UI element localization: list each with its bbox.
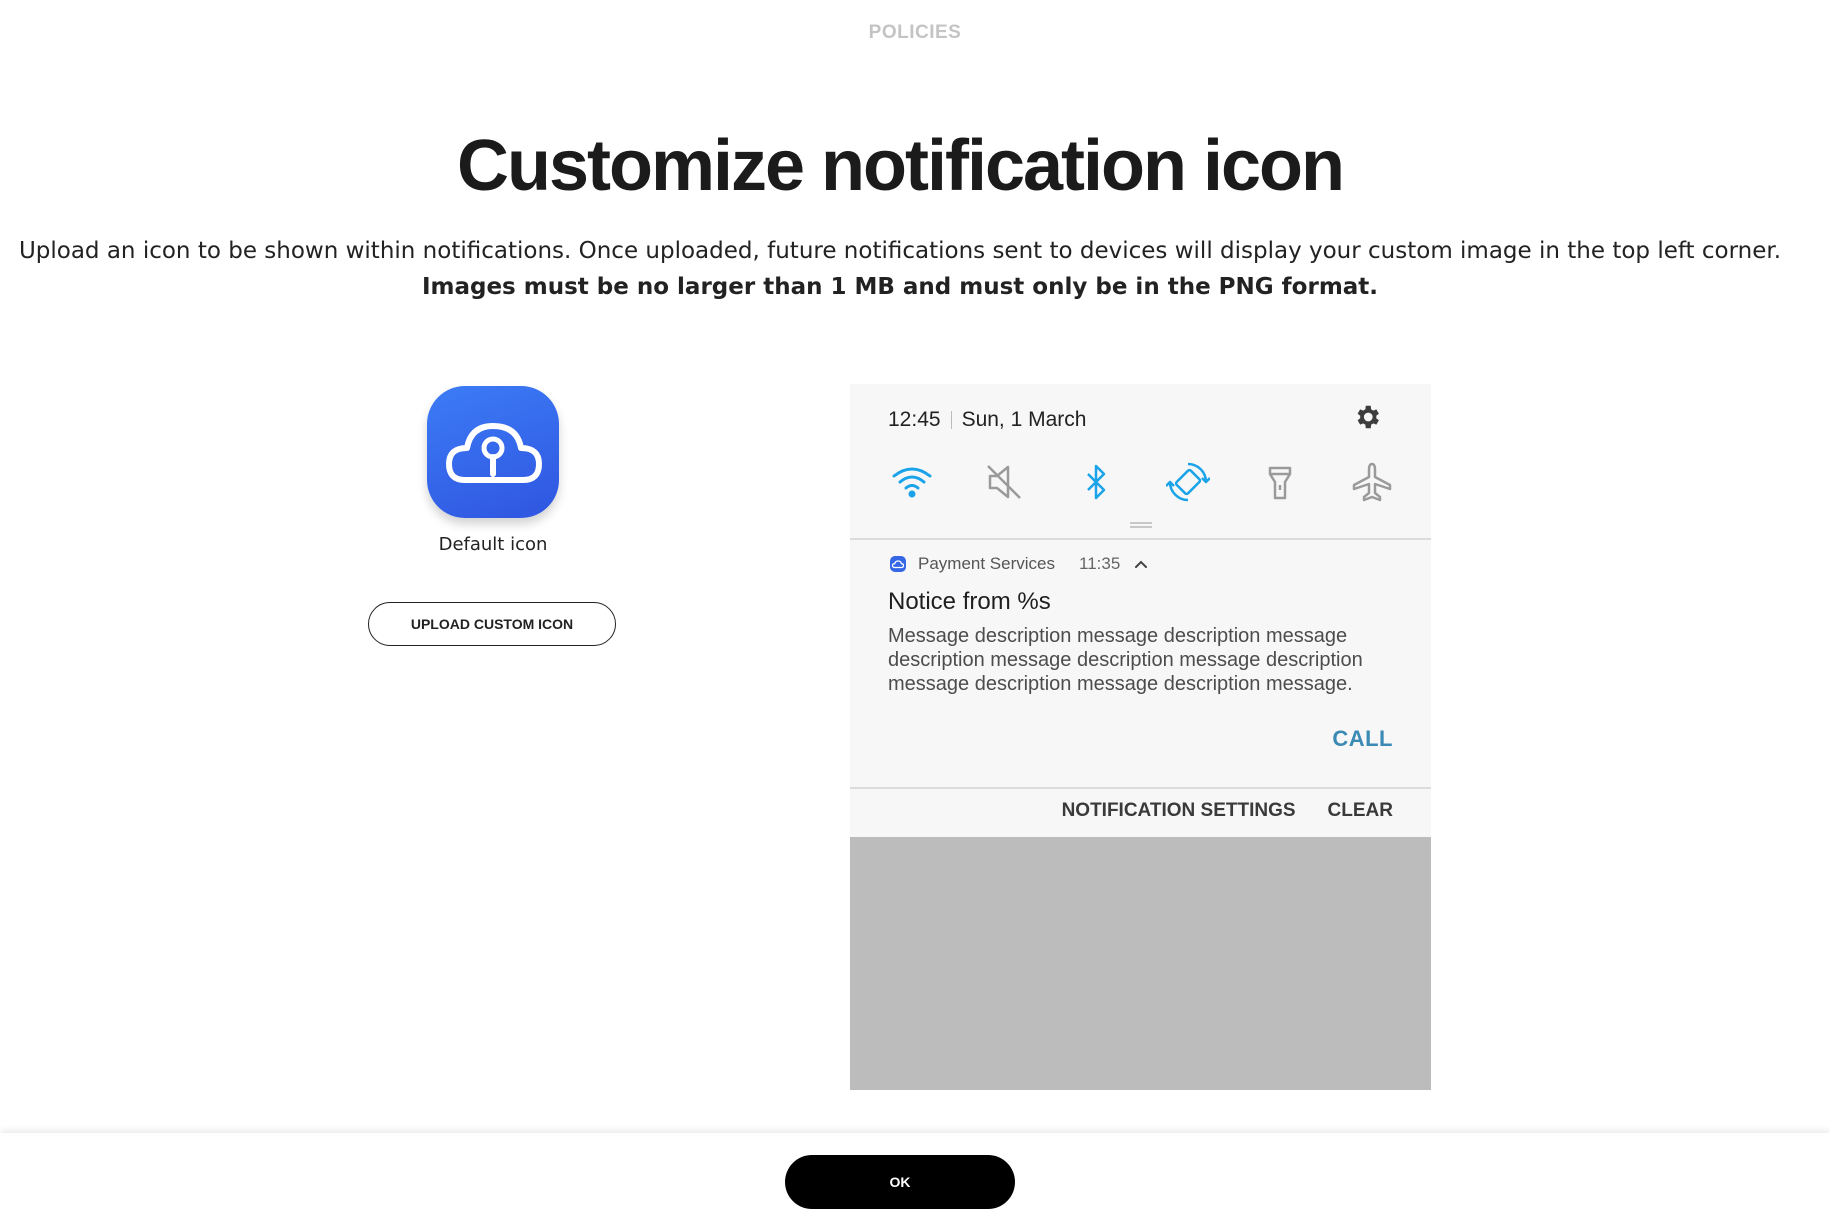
notification-settings-button[interactable]: NOTIFICATION SETTINGS	[1062, 800, 1296, 822]
upload-custom-icon-button[interactable]: UPLOAD CUSTOM ICON	[368, 602, 616, 646]
quick-settings-row	[850, 460, 1431, 510]
status-separator	[950, 411, 952, 429]
airplane-mode-icon	[1350, 460, 1394, 504]
drag-handle[interactable]	[1130, 522, 1152, 528]
requirement-text: Images must be no larger than 1 MB and m…	[421, 274, 1379, 300]
divider	[850, 787, 1431, 789]
clock-time: 12:45	[888, 408, 941, 431]
notification-preview: 12:45 Sun, 1 March Payment Services 11:3…	[850, 384, 1431, 1090]
cloud-lock-icon	[427, 386, 559, 518]
divider	[850, 538, 1431, 540]
page-title: Customize notification icon	[456, 126, 1345, 206]
notification-body: Message description message description …	[888, 625, 1363, 695]
default-icon-label: Default icon	[438, 534, 548, 555]
clear-button[interactable]: CLEAR	[1328, 800, 1393, 822]
status-row: 12:45 Sun, 1 March	[888, 408, 1086, 432]
bluetooth-icon	[1074, 460, 1118, 504]
gear-icon	[1352, 402, 1382, 436]
date-text: Sun, 1 March	[961, 408, 1087, 431]
notification-title: Notice from %s	[888, 588, 1051, 615]
bottom-bar: OK	[0, 1133, 1830, 1217]
section-label: POLICIES	[868, 22, 962, 43]
preview-background	[850, 837, 1431, 1090]
auto-rotate-icon	[1165, 460, 1211, 504]
call-button[interactable]: CALL	[1332, 726, 1393, 752]
description-text: Upload an icon to be shown within notifi…	[18, 238, 1782, 264]
notification-header: Payment Services 11:35	[890, 554, 1148, 574]
flashlight-icon	[1258, 460, 1302, 504]
chevron-up-icon[interactable]	[1134, 554, 1148, 574]
app-name: Payment Services	[918, 554, 1055, 573]
notification-footer: NOTIFICATION SETTINGS CLEAR	[1062, 800, 1393, 822]
notification-time: 11:35	[1079, 554, 1121, 573]
app-cloud-icon	[890, 556, 906, 572]
ok-button[interactable]: OK	[785, 1155, 1015, 1209]
wifi-icon	[890, 460, 934, 504]
mute-icon	[982, 460, 1026, 504]
page-description: Upload an icon to be shown within notifi…	[0, 233, 1800, 305]
